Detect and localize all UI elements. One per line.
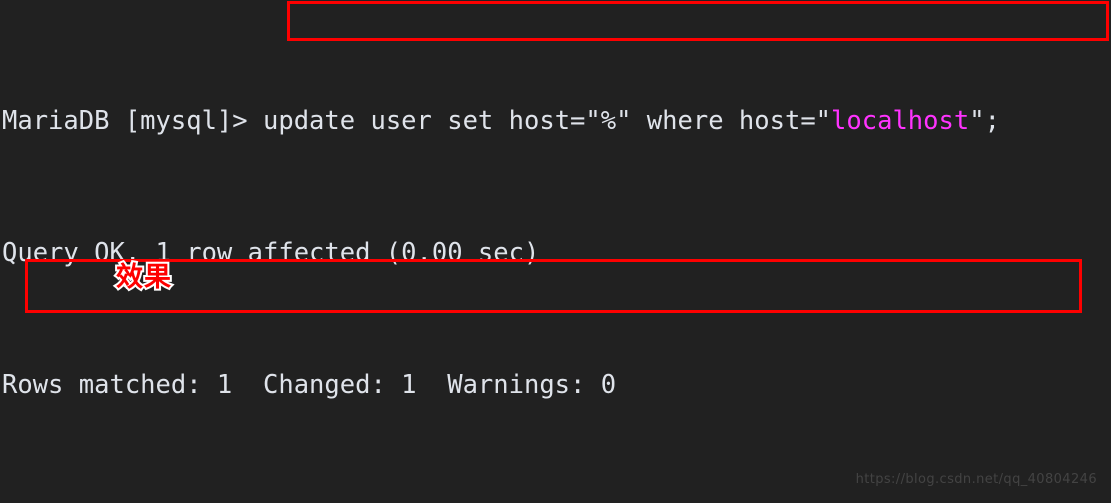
sql-update-command-tail: "; <box>969 106 1000 136</box>
sql-update-command: update user set host="%" where host=" <box>263 106 832 136</box>
terminal-output[interactable]: MariaDB [mysql]> update user set host="%… <box>0 0 1111 503</box>
sql-literal-localhost: localhost <box>831 106 970 136</box>
shell-prompt: MariaDB [mysql]> <box>2 106 263 136</box>
terminal-line-1: MariaDB [mysql]> update user set host="%… <box>2 105 1111 138</box>
effect-callout-label: 效果 <box>114 260 173 295</box>
terminal-screen: MariaDB [mysql]> update user set host="%… <box>0 0 1111 503</box>
terminal-line-3: Rows matched: 1 Changed: 1 Warnings: 0 <box>2 370 617 400</box>
watermark-text: https://blog.csdn.net/qq_40804246 <box>855 472 1097 487</box>
